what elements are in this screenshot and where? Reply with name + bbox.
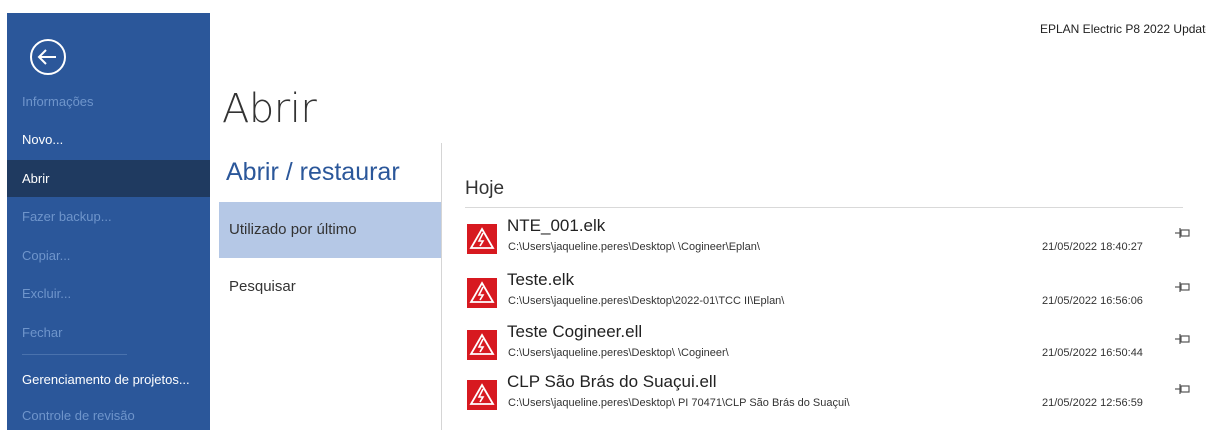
nav-item-gerenciamento-de-projetos[interactable]: Gerenciamento de projetos... xyxy=(7,361,210,398)
section-title: Abrir / restaurar xyxy=(226,158,400,186)
file-path: C:\Users\jaqueline.peres\Desktop\ PI 704… xyxy=(508,397,850,409)
file-name: Teste Cogineer.ell xyxy=(507,322,643,341)
file-name: CLP São Brás do Suaçui.ell xyxy=(507,372,717,391)
file-name: NTE_001.elk xyxy=(507,216,606,235)
file-path: C:\Users\jaqueline.peres\Desktop\2022-01… xyxy=(508,295,785,307)
file-path: C:\Users\jaqueline.peres\Desktop\ \Cogin… xyxy=(508,241,760,253)
panel-divider xyxy=(441,143,442,430)
app-title: EPLAN Electric P8 2022 Update 3 xyxy=(1040,22,1206,36)
file-date: 21/05/2022 12:56:59 xyxy=(1042,397,1143,409)
file-path: C:\Users\jaqueline.peres\Desktop\ \Cogin… xyxy=(508,347,729,359)
group-heading-today: Hoje xyxy=(465,178,505,199)
recent-file-row[interactable]: CLP São Brás do Suaçui.ell C:\Users\jaqu… xyxy=(462,368,1192,416)
nav-item-fechar[interactable]: Fechar xyxy=(7,314,210,351)
nav-item-copiar[interactable]: Copiar... xyxy=(7,237,210,274)
nav-item-abrir[interactable]: Abrir xyxy=(7,160,210,197)
nav-item-fazer-backup[interactable]: Fazer backup... xyxy=(7,198,210,235)
backstage-sidebar: Informações Novo... Abrir Fazer backup..… xyxy=(7,13,210,430)
nav-item-excluir[interactable]: Excluir... xyxy=(7,275,210,312)
file-name: Teste.elk xyxy=(507,270,575,289)
recent-file-row[interactable]: Teste.elk C:\Users\jaqueline.peres\Deskt… xyxy=(462,266,1192,314)
page-title: Abrir xyxy=(222,86,317,132)
nav-item-novo[interactable]: Novo... xyxy=(7,121,210,158)
eplan-project-icon xyxy=(467,380,497,410)
subnav-item-utilizado-por-ultimo[interactable]: Utilizado por último xyxy=(219,202,441,258)
subnav-item-pesquisar[interactable]: Pesquisar xyxy=(219,259,441,315)
file-date: 21/05/2022 16:50:44 xyxy=(1042,347,1143,359)
eplan-project-icon xyxy=(467,278,497,308)
nav-item-controle-de-revisao[interactable]: Controle de revisão xyxy=(7,397,210,434)
eplan-project-icon xyxy=(467,330,497,360)
nav-separator xyxy=(22,354,127,355)
group-divider xyxy=(465,207,1183,208)
pin-icon[interactable] xyxy=(1175,333,1190,345)
pin-icon[interactable] xyxy=(1175,383,1190,395)
recent-file-row[interactable]: Teste Cogineer.ell C:\Users\jaqueline.pe… xyxy=(462,318,1192,366)
pin-icon[interactable] xyxy=(1175,227,1190,239)
back-button[interactable] xyxy=(28,37,68,77)
nav-item-informacoes[interactable]: Informações xyxy=(7,83,210,120)
file-date: 21/05/2022 18:40:27 xyxy=(1042,241,1143,253)
eplan-project-icon xyxy=(467,224,497,254)
back-arrow-icon xyxy=(30,39,66,75)
recent-file-row[interactable]: NTE_001.elk C:\Users\jaqueline.peres\Des… xyxy=(462,212,1192,260)
pin-icon[interactable] xyxy=(1175,281,1190,293)
file-date: 21/05/2022 16:56:06 xyxy=(1042,295,1143,307)
